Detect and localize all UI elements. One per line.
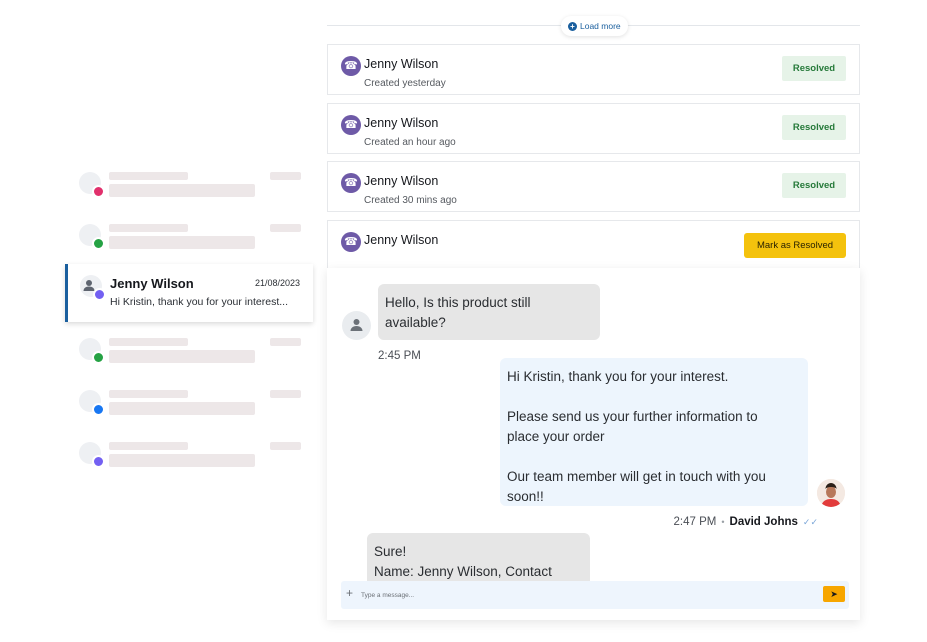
viber-icon: [93, 288, 106, 301]
resolved-badge: Resolved: [782, 56, 846, 81]
ticket-contact-name: Jenny Wilson: [364, 233, 439, 247]
contact-avatar: [79, 390, 105, 416]
contact-name: Jenny Wilson: [110, 276, 194, 291]
message-meta: 2:47 PM • David Johns ✓✓: [674, 516, 818, 528]
skeleton-line: [109, 224, 188, 232]
contact-avatar: [79, 224, 105, 250]
resolved-badge: Resolved: [782, 173, 846, 198]
skeleton-line: [109, 184, 255, 197]
skeleton-line: [109, 338, 188, 346]
send-button[interactable]: ➤: [823, 586, 845, 602]
skeleton-line: [270, 338, 301, 346]
skeleton-line: [270, 442, 301, 450]
message-text: Our team member will get in touch with y…: [507, 469, 766, 484]
conversation-list-item-active[interactable]: Jenny Wilson 21/08/2023 Hi Kristin, than…: [65, 264, 313, 322]
ticket-card-open[interactable]: ☎ Jenny Wilson Mark as Resolved: [327, 220, 860, 270]
skeleton-line: [270, 390, 301, 398]
conversation-list-item[interactable]: [65, 330, 313, 388]
message-time: 2:47 PM: [673, 516, 717, 528]
plus-circle-icon: +: [568, 21, 577, 31]
skeleton-line: [109, 236, 255, 249]
ticket-contact-name: Jenny Wilson: [364, 174, 439, 188]
message-text: available?: [385, 315, 446, 330]
message-text: place your order: [507, 429, 605, 444]
message-text: Name: Jenny Wilson, Contact: [374, 564, 552, 579]
whatsapp-icon: [92, 351, 105, 364]
load-more-button[interactable]: + Load more: [561, 16, 628, 36]
message-preview: Hi Kristin, thank you for your interest.…: [110, 296, 288, 308]
skeleton-line: [270, 224, 301, 232]
skeleton-line: [270, 172, 301, 180]
message-text: Please send us your further information …: [507, 409, 758, 424]
ticket-card[interactable]: ☎ Jenny Wilson Created yesterday Resolve…: [327, 44, 860, 95]
customer-avatar: [342, 311, 371, 340]
conversation-list-item[interactable]: [65, 164, 313, 222]
skeleton-line: [109, 442, 188, 450]
chat-panel: Hello, Is this product still available? …: [327, 268, 860, 620]
ticket-contact-name: Jenny Wilson: [364, 57, 439, 71]
whatsapp-icon: [92, 237, 105, 250]
message-input[interactable]: [361, 587, 801, 603]
contact-avatar: [79, 338, 105, 364]
ticket-created-time: Created an hour ago: [364, 137, 456, 148]
viber-icon: ☎: [341, 232, 361, 252]
ticket-created-time: Created 30 mins ago: [364, 195, 457, 206]
agent-photo-icon: [817, 479, 845, 507]
conversation-list-item[interactable]: [65, 382, 313, 440]
facebook-icon: [92, 403, 105, 416]
viber-icon: ☎: [341, 56, 361, 76]
message-time: 2:45 PM: [378, 350, 421, 362]
resolved-badge: Resolved: [782, 115, 846, 140]
ticket-card[interactable]: ☎ Jenny Wilson Created an hour ago Resol…: [327, 103, 860, 154]
skeleton-line: [109, 350, 255, 363]
message-text: Sure!: [374, 544, 407, 559]
mark-as-resolved-button[interactable]: Mark as Resolved: [744, 233, 846, 258]
person-icon: [350, 319, 363, 331]
skeleton-line: [109, 454, 255, 467]
message-text: soon!!: [507, 489, 544, 504]
agent-avatar: [817, 479, 845, 507]
message-text: Hello, Is this product still: [385, 295, 531, 310]
contact-avatar: [80, 275, 106, 301]
ticket-card[interactable]: ☎ Jenny Wilson Created 30 mins ago Resol…: [327, 161, 860, 212]
outgoing-message: Hi Kristin, thank you for your interest.…: [500, 358, 808, 506]
skeleton-line: [109, 172, 188, 180]
contact-avatar: [79, 442, 105, 468]
attach-plus-icon[interactable]: +: [346, 586, 353, 600]
double-check-icon: ✓✓: [802, 516, 818, 527]
contact-avatar: [79, 172, 105, 198]
skeleton-line: [109, 390, 188, 398]
instagram-icon: [92, 185, 105, 198]
load-more-label: Load more: [580, 21, 621, 31]
viber-icon: ☎: [341, 115, 361, 135]
skeleton-line: [109, 402, 255, 415]
ticket-contact-name: Jenny Wilson: [364, 116, 439, 130]
incoming-message: Hello, Is this product still available?: [378, 284, 600, 340]
ticket-created-time: Created yesterday: [364, 78, 446, 89]
message-text: Hi Kristin, thank you for your interest.: [507, 369, 729, 384]
message-composer: + ➤: [341, 581, 849, 609]
separator-dot-icon: •: [721, 517, 725, 527]
conversation-date: 21/08/2023: [254, 278, 300, 288]
viber-icon: [92, 455, 105, 468]
agent-name: David Johns: [729, 516, 798, 528]
conversation-list-item[interactable]: [65, 434, 313, 492]
viber-icon: ☎: [341, 173, 361, 193]
